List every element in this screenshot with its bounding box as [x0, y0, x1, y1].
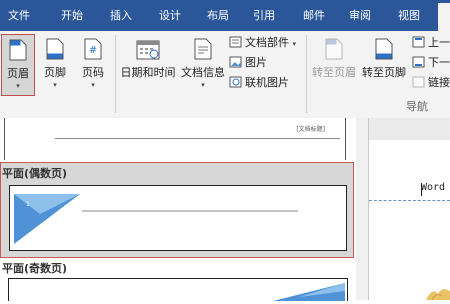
tab-file[interactable]: 文件 — [0, 0, 38, 31]
ribbon-separator — [306, 35, 307, 113]
tab-review[interactable]: 审阅 — [338, 0, 382, 31]
header-boundary-line — [369, 200, 450, 201]
gallery-item-odd-page[interactable] — [8, 278, 348, 301]
goto-footer-icon — [375, 38, 393, 60]
header-icon — [9, 39, 27, 61]
tab-active-edge[interactable] — [438, 3, 450, 31]
doc-title-placeholder: [文档标题] — [296, 126, 325, 133]
page-number-button[interactable]: # 页码 ▾ — [76, 34, 110, 94]
even-page-preview: 1 — [9, 185, 347, 251]
doc-parts-button[interactable]: 文档部件 ▾ — [229, 35, 296, 51]
tab-home[interactable]: 开始 — [50, 0, 94, 31]
next-section-button[interactable]: 下一 — [412, 55, 450, 71]
online-picture-icon — [229, 76, 242, 88]
date-time-button[interactable]: 日期和时间 — [117, 34, 179, 94]
link-icon — [412, 76, 425, 88]
group-label-navigation: 导航 — [406, 100, 428, 113]
ribbon-separator — [115, 35, 116, 113]
tab-design[interactable]: 设计 — [148, 0, 192, 31]
footer-button-label: 页脚 — [44, 66, 66, 79]
text-cursor — [421, 184, 422, 196]
previous-section-button[interactable]: 上一 — [412, 35, 450, 51]
page-number-icon: # — [84, 38, 102, 60]
doc-parts-icon — [229, 36, 242, 48]
gallery-item-even-page[interactable]: 平面(偶数页) 1 — [0, 162, 354, 258]
next-label: 下一 — [428, 56, 450, 69]
ribbon-panel: 页眉 ▾ 页脚 ▾ # 页码 ▾ 日期和时间 文档信息 ▾ 文档部件 ▾ 图片 … — [0, 31, 450, 119]
page-number-button-label: 页码 — [82, 66, 104, 79]
goto-header-button[interactable]: 转至页眉 — [309, 34, 359, 94]
goto-header-label: 转至页眉 — [312, 66, 356, 79]
page-number-dropdown-arrow[interactable]: ▾ — [76, 81, 110, 89]
goto-footer-button[interactable]: 转至页脚 — [359, 34, 409, 94]
header-button[interactable]: 页眉 ▾ — [1, 34, 35, 96]
doc-info-button-label: 文档信息 — [181, 66, 225, 79]
goto-header-icon — [325, 38, 343, 60]
even-header-graphic: 1 — [14, 194, 298, 244]
next-icon — [412, 56, 425, 68]
link-label: 链接 — [428, 76, 450, 89]
tab-mailings[interactable]: 邮件 — [292, 0, 336, 31]
header-button-label: 页眉 — [7, 67, 29, 80]
footer-button[interactable]: 页脚 ▾ — [38, 34, 72, 94]
tab-view[interactable]: 视图 — [387, 0, 431, 31]
doc-parts-label: 文档部件 — [245, 36, 289, 49]
gallery-item-top[interactable]: [文档标题] — [4, 118, 346, 160]
odd-header-graphic — [273, 283, 345, 301]
picture-icon — [229, 56, 242, 68]
doc-info-button[interactable]: 文档信息 ▾ — [179, 34, 227, 94]
picture-label: 图片 — [245, 56, 267, 69]
header-rule — [55, 138, 340, 139]
doc-info-dropdown-arrow[interactable]: ▾ — [179, 81, 227, 89]
document-canvas: Word — [369, 118, 450, 300]
doc-parts-dropdown-arrow[interactable]: ▾ — [293, 40, 297, 48]
tab-insert[interactable]: 插入 — [99, 0, 143, 31]
svg-text:1: 1 — [26, 201, 30, 208]
document-info-icon — [194, 38, 212, 60]
calendar-icon — [136, 40, 160, 60]
document-page[interactable]: Word — [369, 140, 450, 300]
goto-footer-label: 转至页脚 — [362, 66, 406, 79]
ribbon-tab-bar: 文件 开始 插入 设计 布局 引用 邮件 审阅 视图 — [0, 0, 450, 31]
even-page-title: 平面(偶数页) — [2, 167, 68, 180]
online-picture-button[interactable]: 联机图片 — [229, 75, 289, 91]
previous-label: 上一 — [428, 36, 450, 49]
svg-text:#: # — [89, 45, 97, 56]
tab-layout[interactable]: 布局 — [196, 0, 240, 31]
odd-page-title: 平面(奇数页) — [2, 262, 68, 275]
footer-dropdown-arrow[interactable]: ▾ — [38, 81, 72, 89]
document-text: Word — [421, 182, 446, 193]
header-dropdown-arrow[interactable]: ▾ — [2, 82, 34, 90]
online-picture-label: 联机图片 — [245, 76, 289, 89]
tab-references[interactable]: 引用 — [242, 0, 286, 31]
footer-icon — [46, 38, 64, 60]
gallery-scrollbar[interactable] — [356, 118, 369, 300]
picture-button[interactable]: 图片 — [229, 55, 267, 71]
date-time-button-label: 日期和时间 — [120, 66, 176, 79]
previous-icon — [412, 36, 425, 48]
link-to-previous-button[interactable]: 链接 — [412, 75, 450, 91]
decorative-ornament — [426, 289, 450, 300]
